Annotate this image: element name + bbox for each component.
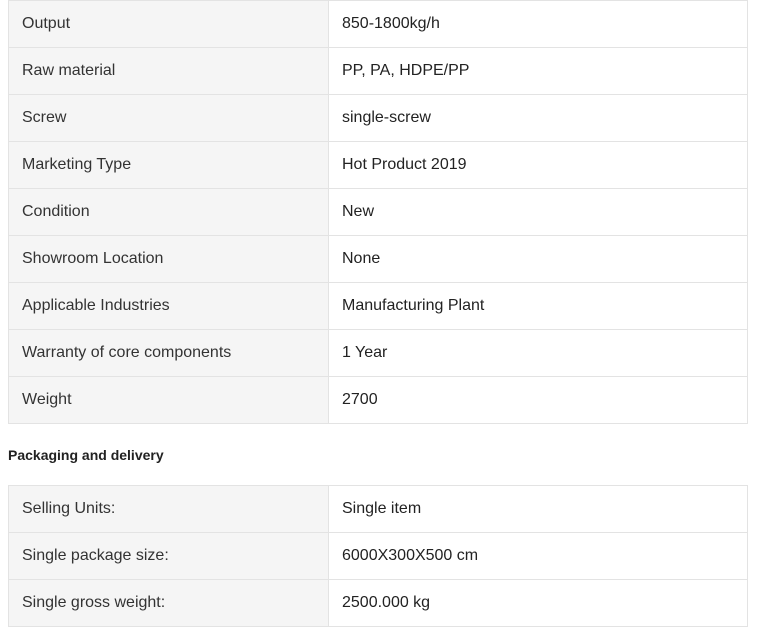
table-row: Showroom Location None [8,235,748,283]
packaging-label: Single gross weight: [8,579,329,627]
table-row: Warranty of core components 1 Year [8,329,748,377]
table-row: Single package size: 6000X300X500 cm [8,532,748,580]
attribute-label: Applicable Industries [8,282,329,330]
attribute-label: Condition [8,188,329,236]
table-row: Marketing Type Hot Product 2019 [8,141,748,189]
packaging-label: Selling Units: [8,485,329,533]
attribute-value: New [328,188,748,236]
table-row: Applicable Industries Manufacturing Plan… [8,282,748,330]
attribute-value: 850-1800kg/h [328,0,748,48]
attribute-label: Warranty of core components [8,329,329,377]
attribute-value: 2700 [328,376,748,424]
attribute-label: Weight [8,376,329,424]
attribute-label: Raw material [8,47,329,95]
table-row: Selling Units: Single item [8,485,748,533]
attribute-value: Hot Product 2019 [328,141,748,189]
attribute-label: Showroom Location [8,235,329,283]
attribute-label: Marketing Type [8,141,329,189]
packaging-delivery-heading: Packaging and delivery [8,447,164,463]
attribute-value: None [328,235,748,283]
table-row: Condition New [8,188,748,236]
packaging-value: 6000X300X500 cm [328,532,748,580]
table-row: Raw material PP, PA, HDPE/PP [8,47,748,95]
table-row: Weight 2700 [8,376,748,424]
table-row: Single gross weight: 2500.000 kg [8,579,748,627]
packaging-delivery-table: Selling Units: Single item Single packag… [8,485,748,627]
attribute-value: PP, PA, HDPE/PP [328,47,748,95]
attribute-value: Manufacturing Plant [328,282,748,330]
attribute-label: Screw [8,94,329,142]
attribute-value: single-screw [328,94,748,142]
attribute-value: 1 Year [328,329,748,377]
packaging-value: 2500.000 kg [328,579,748,627]
attribute-label: Output [8,0,329,48]
packaging-label: Single package size: [8,532,329,580]
table-row: Output 850-1800kg/h [8,0,748,48]
product-attributes-table: Output 850-1800kg/h Raw material PP, PA,… [8,0,748,424]
packaging-value: Single item [328,485,748,533]
table-row: Screw single-screw [8,94,748,142]
